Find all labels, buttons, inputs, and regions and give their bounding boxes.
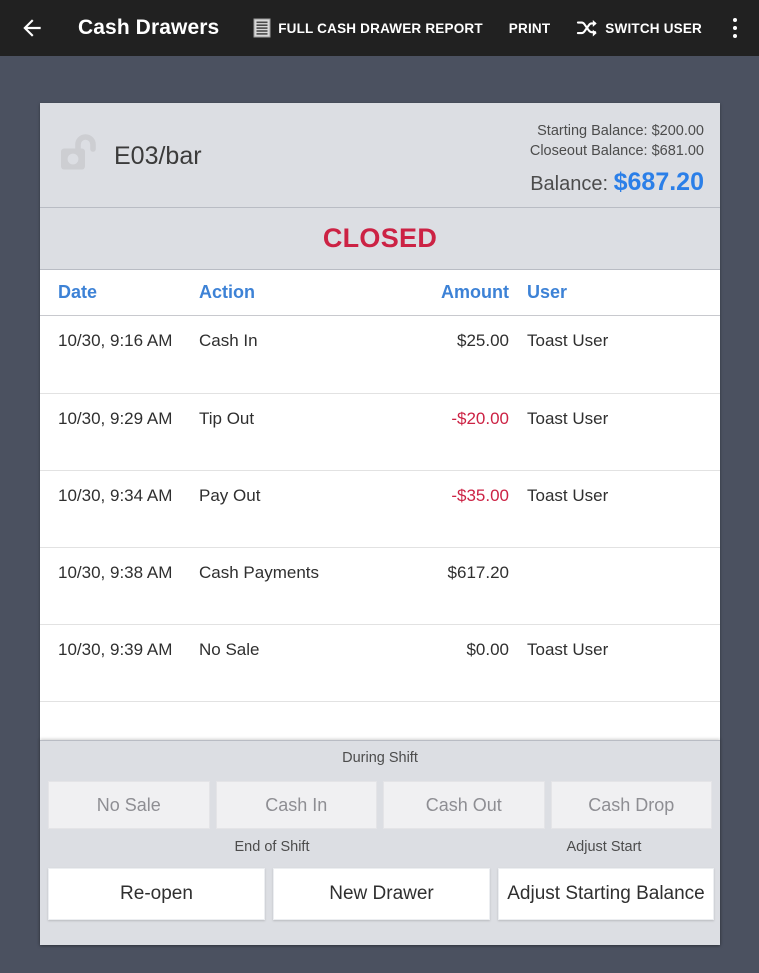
- column-header-date[interactable]: Date: [58, 282, 97, 303]
- column-header-user[interactable]: User: [527, 282, 567, 303]
- during-shift-buttons: No Sale Cash In Cash Out Cash Drop: [48, 781, 712, 829]
- closeout-balance: Closeout Balance: $681.00: [529, 143, 704, 159]
- end-of-shift-buttons: Re-open New Drawer Adjust Starting Balan…: [48, 868, 720, 920]
- new-drawer-button[interactable]: New Drawer: [273, 868, 490, 920]
- drawer-identity: E03/bar: [58, 133, 202, 180]
- cell-date: 10/30, 9:16 AM: [58, 331, 173, 350]
- table-row[interactable]: 10/30, 9:34 AM Pay Out -$35.00 Toast Use…: [40, 470, 720, 547]
- drawer-name: E03/bar: [114, 142, 202, 170]
- overflow-dot: [733, 26, 737, 30]
- back-button[interactable]: [0, 0, 64, 56]
- adjust-start-label: Adjust Start: [566, 839, 642, 855]
- status-badge: CLOSED: [322, 223, 438, 253]
- table-row[interactable]: 10/30, 10:04 AM Cash Drop -$100.00 Toast…: [40, 701, 720, 702]
- unlocked-padlock-icon: [58, 133, 102, 180]
- actions-panel: During Shift No Sale Cash In Cash Out Ca…: [40, 740, 720, 945]
- no-sale-button[interactable]: No Sale: [48, 781, 210, 829]
- table-row[interactable]: 10/30, 9:39 AM No Sale $0.00 Toast User: [40, 624, 720, 701]
- balance-label: Balance:: [530, 173, 609, 195]
- table-row[interactable]: 10/30, 9:38 AM Cash Payments $617.20: [40, 547, 720, 624]
- overflow-dot: [733, 18, 737, 22]
- app-bar-actions: FULL CASH DRAWER REPORT PRINT SWITCH USE…: [240, 0, 759, 56]
- full-cash-drawer-report-label: FULL CASH DRAWER REPORT: [278, 20, 483, 36]
- more-vertical-icon[interactable]: [715, 0, 755, 56]
- drawer-header: E03/bar Starting Balance: $200.00 Closeo…: [40, 103, 720, 208]
- print-label: PRINT: [508, 20, 551, 36]
- cell-date: 10/30, 9:34 AM: [58, 486, 173, 505]
- cell-amount: -$20.00: [451, 409, 509, 428]
- transactions-table-body[interactable]: 10/30, 9:16 AM Cash In $25.00 Toast User…: [40, 316, 720, 702]
- balance-value: $687.20: [613, 168, 704, 196]
- cell-amount: $617.20: [447, 563, 509, 582]
- cell-user: Toast User: [527, 409, 609, 428]
- cell-action: No Sale: [199, 640, 260, 659]
- table-row[interactable]: 10/30, 9:16 AM Cash In $25.00 Toast User: [40, 316, 720, 393]
- cash-out-button[interactable]: Cash Out: [383, 781, 545, 829]
- bottom-group-labels: End of Shift Adjust Start: [48, 839, 712, 855]
- balance-summary: Starting Balance: $200.00 Closeout Balan…: [530, 121, 704, 197]
- page-title: Cash Drawers: [78, 16, 220, 39]
- cell-user: Toast User: [527, 331, 609, 350]
- cell-action: Cash In: [199, 331, 258, 350]
- column-header-amount[interactable]: Amount: [399, 282, 509, 303]
- overflow-dot: [733, 34, 737, 38]
- cell-amount: $0.00: [466, 640, 509, 659]
- column-header-action[interactable]: Action: [199, 282, 255, 303]
- adjust-starting-balance-button[interactable]: Adjust Starting Balance: [498, 868, 714, 920]
- cell-action: Tip Out: [199, 409, 255, 428]
- during-shift-label: During Shift: [342, 750, 418, 766]
- shuffle-icon: [576, 18, 598, 38]
- cell-user: Toast User: [527, 486, 609, 505]
- cell-action: Pay Out: [199, 486, 261, 505]
- cell-date: 10/30, 9:39 AM: [58, 640, 173, 659]
- app-bar: Cash Drawers FULL CASH DRAWER REPORT PRI…: [0, 0, 759, 56]
- cell-date: 10/30, 9:29 AM: [58, 409, 173, 428]
- end-of-shift-label: End of Shift: [234, 839, 310, 855]
- arrow-left-icon: [19, 15, 45, 41]
- cell-action: Cash Payments: [199, 563, 319, 582]
- starting-balance: Starting Balance: $200.00: [537, 123, 704, 139]
- table-row[interactable]: 10/30, 9:29 AM Tip Out -$20.00 Toast Use…: [40, 393, 720, 470]
- cash-in-button[interactable]: Cash In: [215, 781, 377, 829]
- cash-drop-button[interactable]: Cash Drop: [550, 781, 712, 829]
- transactions-table-header: Date Action Amount User: [40, 270, 720, 316]
- switch-user-label: SWITCH USER: [605, 20, 702, 36]
- report-document-icon: [253, 18, 271, 38]
- switch-user-button[interactable]: SWITCH USER: [563, 0, 715, 56]
- re-open-button[interactable]: Re-open: [48, 868, 265, 920]
- cell-amount: $25.00: [457, 331, 509, 350]
- current-balance: Balance: $687.20: [530, 168, 704, 197]
- cell-amount: -$35.00: [451, 486, 509, 505]
- status-banner: CLOSED: [40, 208, 720, 270]
- cell-date: 10/30, 9:38 AM: [58, 563, 173, 582]
- cell-user: Toast User: [527, 640, 609, 659]
- full-cash-drawer-report-button[interactable]: FULL CASH DRAWER REPORT: [240, 0, 496, 56]
- print-button[interactable]: PRINT: [496, 0, 564, 56]
